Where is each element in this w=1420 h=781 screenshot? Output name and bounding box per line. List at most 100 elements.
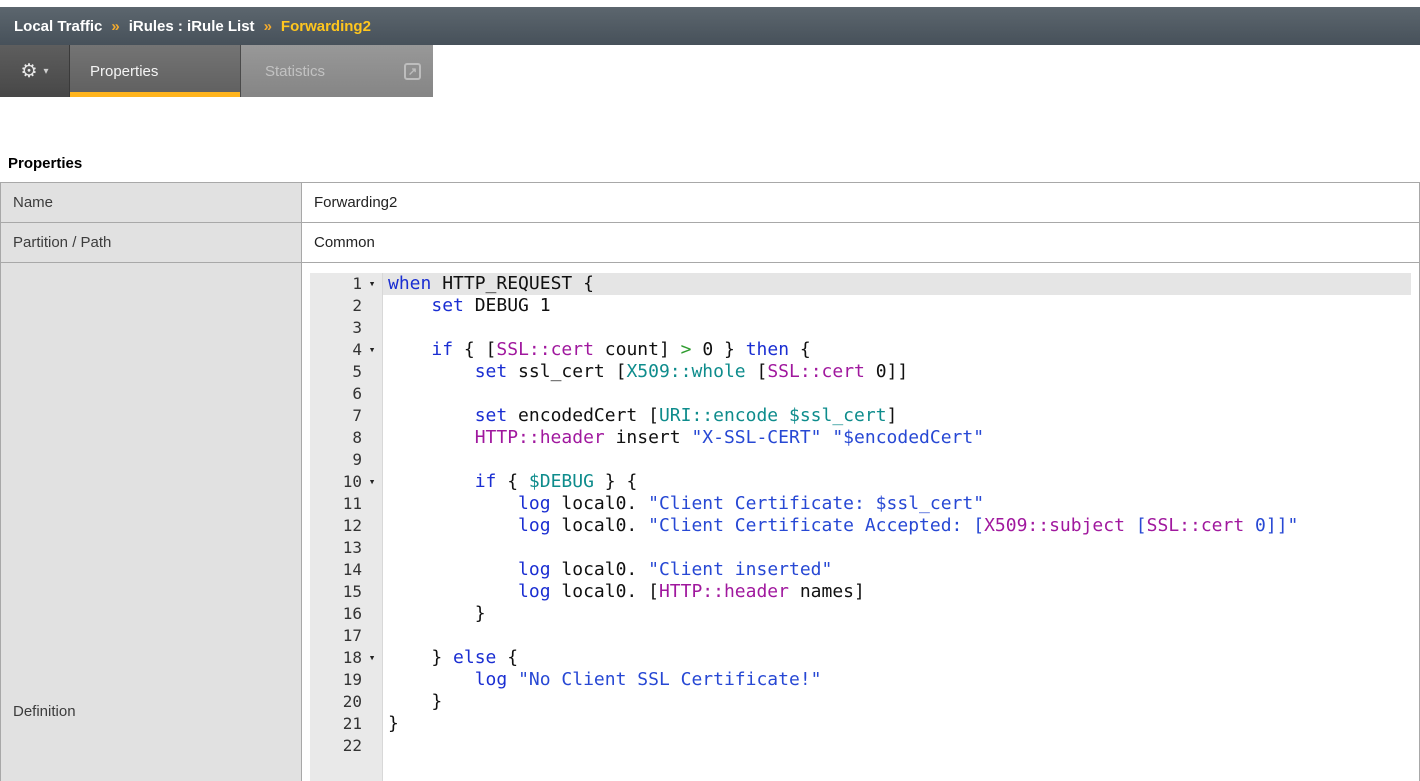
row-value-name: Forwarding2 — [302, 183, 1419, 222]
code-token-pl: ] — [887, 405, 898, 426]
code-token-cmd: HTTP::header — [659, 581, 789, 602]
gutter-line: 22 — [310, 735, 382, 757]
line-number: 21 — [310, 713, 362, 735]
code-line[interactable] — [383, 537, 1411, 559]
definition-cell: 1▾234▾5678910▾1112131415161718▾19202122 … — [302, 263, 1419, 781]
gutter-line: 20 — [310, 691, 382, 713]
fold-arrow-icon[interactable]: ▾ — [362, 273, 382, 295]
code-token-pl: } — [388, 691, 442, 712]
line-number: 20 — [310, 691, 362, 713]
code-line[interactable] — [383, 625, 1411, 647]
gutter-line: 11 — [310, 493, 382, 515]
code-token-pl — [507, 669, 518, 690]
code-token-var: $DEBUG — [529, 471, 594, 492]
code-token-pl: count] — [594, 339, 681, 360]
code-token-pl — [388, 471, 475, 492]
code-token-pl — [388, 669, 475, 690]
line-number: 2 — [310, 295, 362, 317]
definition-label: Definition — [13, 703, 76, 720]
external-link-icon: ↗ — [404, 63, 421, 80]
code-token-kw: if — [431, 339, 453, 360]
code-token-pl — [388, 295, 431, 316]
gutter-line: 17 — [310, 625, 382, 647]
tab-bar: ⚙ ▾ Properties Statistics ↗ — [0, 45, 433, 97]
code-line[interactable] — [383, 449, 1411, 471]
code-token-var: $ssl_cert — [789, 405, 887, 426]
code-token-pl — [388, 427, 475, 448]
breadcrumb: Local Traffic » iRules : iRule List » Fo… — [0, 7, 1420, 45]
code-line[interactable]: set ssl_cert [X509::whole [SSL::cert 0]] — [383, 361, 1411, 383]
code-token-pl: DEBUG 1 — [464, 295, 551, 316]
code-line[interactable]: log local0. [HTTP::header names] — [383, 581, 1411, 603]
line-number: 6 — [310, 383, 362, 405]
code-token-pl — [822, 427, 833, 448]
code-line[interactable]: HTTP::header insert "X-SSL-CERT" "$encod… — [383, 427, 1411, 449]
code-line[interactable] — [383, 735, 1411, 757]
breadcrumb-separator-icon: » — [264, 18, 272, 35]
code-token-kw: log — [518, 559, 551, 580]
line-number: 14 — [310, 559, 362, 581]
code-line[interactable]: if { $DEBUG } { — [383, 471, 1411, 493]
code-line[interactable]: when HTTP_REQUEST { — [383, 273, 1411, 295]
code-token-cmd: SSL::cert — [767, 361, 865, 382]
breadcrumb-item-local-traffic[interactable]: Local Traffic — [14, 18, 102, 35]
line-number: 18 — [310, 647, 362, 669]
table-row-partition-path: Partition / Path Common — [1, 223, 1419, 263]
code-token-pl: { — [496, 471, 529, 492]
code-token-pl: names] — [789, 581, 865, 602]
tab-statistics[interactable]: Statistics ↗ — [241, 45, 433, 97]
line-number: 3 — [310, 317, 362, 339]
code-line[interactable]: set encodedCert [URI::encode $ssl_cert] — [383, 405, 1411, 427]
code-token-pl: } — [388, 647, 453, 668]
code-line[interactable] — [383, 383, 1411, 405]
code-line[interactable]: log "No Client SSL Certificate!" — [383, 669, 1411, 691]
tab-statistics-label: Statistics — [265, 63, 325, 80]
table-row-definition: Definition 1▾234▾5678910▾111213141516171… — [1, 263, 1419, 781]
code-token-pl: } — [388, 603, 486, 624]
gear-menu-button[interactable]: ⚙ ▾ — [0, 45, 70, 97]
line-number: 10 — [310, 471, 362, 493]
code-token-pl: local0. — [551, 515, 649, 536]
code-token-pl — [388, 493, 518, 514]
code-token-cmd: HTTP::header — [475, 427, 605, 448]
fold-arrow-icon[interactable]: ▾ — [362, 339, 382, 361]
code-token-str: "Client inserted" — [648, 559, 832, 580]
code-line[interactable]: } — [383, 603, 1411, 625]
code-editor[interactable]: 1▾234▾5678910▾1112131415161718▾19202122 … — [310, 273, 1411, 781]
active-tab-indicator — [70, 92, 240, 97]
line-number: 5 — [310, 361, 362, 383]
code-token-str: "Client Certificate Accepted: [ — [648, 515, 984, 536]
tab-properties[interactable]: Properties — [70, 45, 241, 97]
gutter-line: 19 — [310, 669, 382, 691]
code-token-kw: log — [518, 581, 551, 602]
fold-arrow-icon[interactable]: ▾ — [362, 647, 382, 669]
code-line[interactable] — [383, 317, 1411, 339]
line-number: 16 — [310, 603, 362, 625]
code-token-pl: } { — [594, 471, 637, 492]
line-number: 12 — [310, 515, 362, 537]
code-token-kw: else — [453, 647, 496, 668]
row-label-name: Name — [1, 183, 302, 222]
breadcrumb-current-page: Forwarding2 — [281, 18, 371, 35]
code-line[interactable]: set DEBUG 1 — [383, 295, 1411, 317]
line-number: 1 — [310, 273, 362, 295]
code-token-str: 0]]" — [1244, 515, 1298, 536]
code-token-str: "X-SSL-CERT" — [691, 427, 821, 448]
code-token-pl — [388, 405, 475, 426]
fold-arrow-icon[interactable]: ▾ — [362, 471, 382, 493]
code-line[interactable]: log local0. "Client inserted" — [383, 559, 1411, 581]
code-line[interactable]: } else { — [383, 647, 1411, 669]
code-line[interactable]: } — [383, 713, 1411, 735]
code-token-pl: encodedCert [ — [507, 405, 659, 426]
code-line[interactable]: if { [SSL::cert count] > 0 } then { — [383, 339, 1411, 361]
editor-code[interactable]: when HTTP_REQUEST { set DEBUG 1 if { [SS… — [383, 273, 1411, 781]
code-token-str: "No Client SSL Certificate!" — [518, 669, 821, 690]
code-line[interactable]: } — [383, 691, 1411, 713]
code-line[interactable]: log local0. "Client Certificate Accepted… — [383, 515, 1411, 537]
code-token-pl: insert — [605, 427, 692, 448]
line-number: 17 — [310, 625, 362, 647]
line-number: 13 — [310, 537, 362, 559]
code-line[interactable]: log local0. "Client Certificate: $ssl_ce… — [383, 493, 1411, 515]
breadcrumb-item-irule-list[interactable]: iRules : iRule List — [129, 18, 255, 35]
code-token-kw: log — [475, 669, 508, 690]
